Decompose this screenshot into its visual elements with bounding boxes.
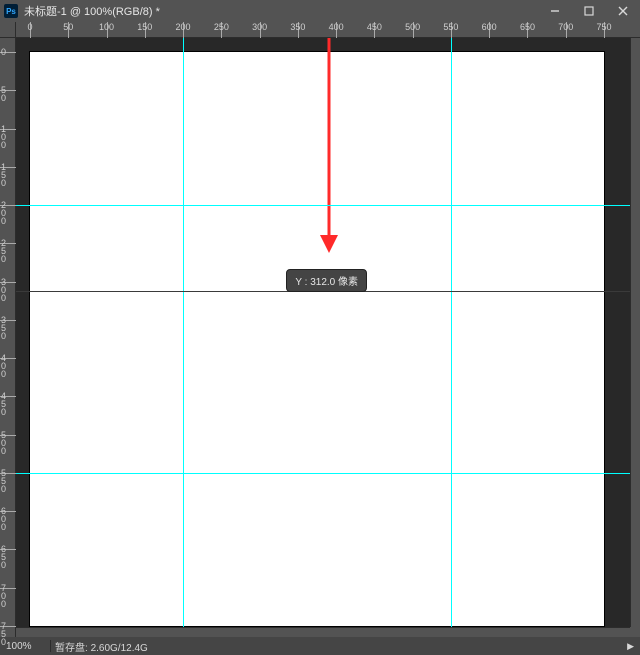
- close-button[interactable]: [606, 0, 640, 22]
- ruler-h-tick-label: 700: [558, 22, 573, 32]
- ruler-v-tick-label: 7 5 0: [1, 622, 15, 646]
- ruler-h-tick-label: 200: [176, 22, 191, 32]
- viewport-inner: Y : 312.0 像素: [16, 38, 630, 627]
- ruler-h-tick-label: 300: [252, 22, 267, 32]
- statusbar-menu-arrow-icon[interactable]: ▶: [621, 641, 640, 652]
- ruler-h-tick-label: 450: [367, 22, 382, 32]
- ruler-horizontal[interactable]: 0 50 100 150 200 250 300 350 400 450 500 550 600 650 7…: [16, 22, 640, 38]
- ruler-h-tick-label: 650: [520, 22, 535, 32]
- ruler-v-tick-label: 6 5 0: [1, 545, 15, 569]
- ruler-v-tick-label: 5 0 0: [1, 431, 15, 455]
- scrollbar-horizontal[interactable]: [16, 627, 630, 637]
- app-window: Ps 未标题-1 @ 100%(RGB/8) * 0 50 100 150 200 250…: [0, 0, 640, 655]
- ruler-v-tick-label: 1 5 0: [1, 163, 15, 187]
- guide-horizontal[interactable]: [16, 205, 630, 206]
- scrollbar-vertical[interactable]: [630, 38, 640, 627]
- editor-area: 0 50 100 150 200 250 300 350 400 450 500 550 600 650 7…: [0, 22, 640, 637]
- ruler-v-tick-label: 7 0 0: [1, 584, 15, 608]
- svg-text:Ps: Ps: [6, 7, 16, 16]
- guide-position-tooltip: Y : 312.0 像素: [286, 269, 367, 292]
- titlebar[interactable]: Ps 未标题-1 @ 100%(RGB/8) *: [0, 0, 640, 22]
- window-controls: [538, 0, 640, 22]
- ruler-h-tick-label: 250: [214, 22, 229, 32]
- document-canvas[interactable]: [30, 52, 604, 626]
- statusbar-separator: [50, 640, 51, 652]
- ruler-v-tick-label: 5 0: [1, 86, 15, 102]
- ruler-h-tick-label: 400: [329, 22, 344, 32]
- ruler-v-tick-label: 5 5 0: [1, 469, 15, 493]
- ruler-h-tick-label: 350: [290, 22, 305, 32]
- ruler-vertical[interactable]: 0 5 0 1 0 0 1 5 0 2 0 0 2 5 0 3 0 0 3 5 0 4 0 0 4…: [0, 38, 16, 637]
- ruler-v-tick-label: 0: [1, 48, 15, 56]
- ruler-v-tick-label: 4 0 0: [1, 354, 15, 378]
- ruler-v-tick-label: 2 5 0: [1, 239, 15, 263]
- canvas-viewport[interactable]: Y : 312.0 像素: [16, 38, 630, 627]
- ruler-v-tick-label: 4 5 0: [1, 392, 15, 416]
- scratch-value: 2.60G/12.4G: [91, 643, 148, 654]
- ruler-h-tick-label: 150: [137, 22, 152, 32]
- photoshop-icon: Ps: [4, 4, 18, 18]
- ruler-origin[interactable]: [0, 22, 16, 38]
- scrollbar-corner: [630, 627, 640, 637]
- ruler-h-tick-label: 100: [99, 22, 114, 32]
- maximize-button[interactable]: [572, 0, 606, 22]
- ruler-v-tick-label: 1 0 0: [1, 125, 15, 149]
- ruler-h-tick-label: 500: [405, 22, 420, 32]
- scratch-label: 暂存盘:: [55, 643, 88, 654]
- ruler-h-tick-label: 600: [482, 22, 497, 32]
- document-title: 未标题-1 @ 100%(RGB/8) *: [24, 3, 538, 19]
- ruler-h-tick-label: 550: [443, 22, 458, 32]
- ruler-v-tick-label: 6 0 0: [1, 507, 15, 531]
- ruler-h-tick-label: 750: [596, 22, 611, 32]
- minimize-button[interactable]: [538, 0, 572, 22]
- ruler-h-tick-label: 50: [63, 22, 73, 32]
- guide-horizontal[interactable]: [16, 473, 630, 474]
- guide-vertical[interactable]: [451, 38, 452, 627]
- statusbar: 100% 暂存盘: 2.60G/12.4G ▶: [0, 637, 640, 655]
- ruler-h-tick-label: 0: [27, 22, 32, 32]
- guide-vertical[interactable]: [183, 38, 184, 627]
- scratch-disk-readout[interactable]: 暂存盘: 2.60G/12.4G: [55, 639, 621, 654]
- ruler-v-tick-label: 3 5 0: [1, 316, 15, 340]
- ruler-v-tick-label: 2 0 0: [1, 201, 15, 225]
- ruler-v-tick-label: 3 0 0: [1, 278, 15, 302]
